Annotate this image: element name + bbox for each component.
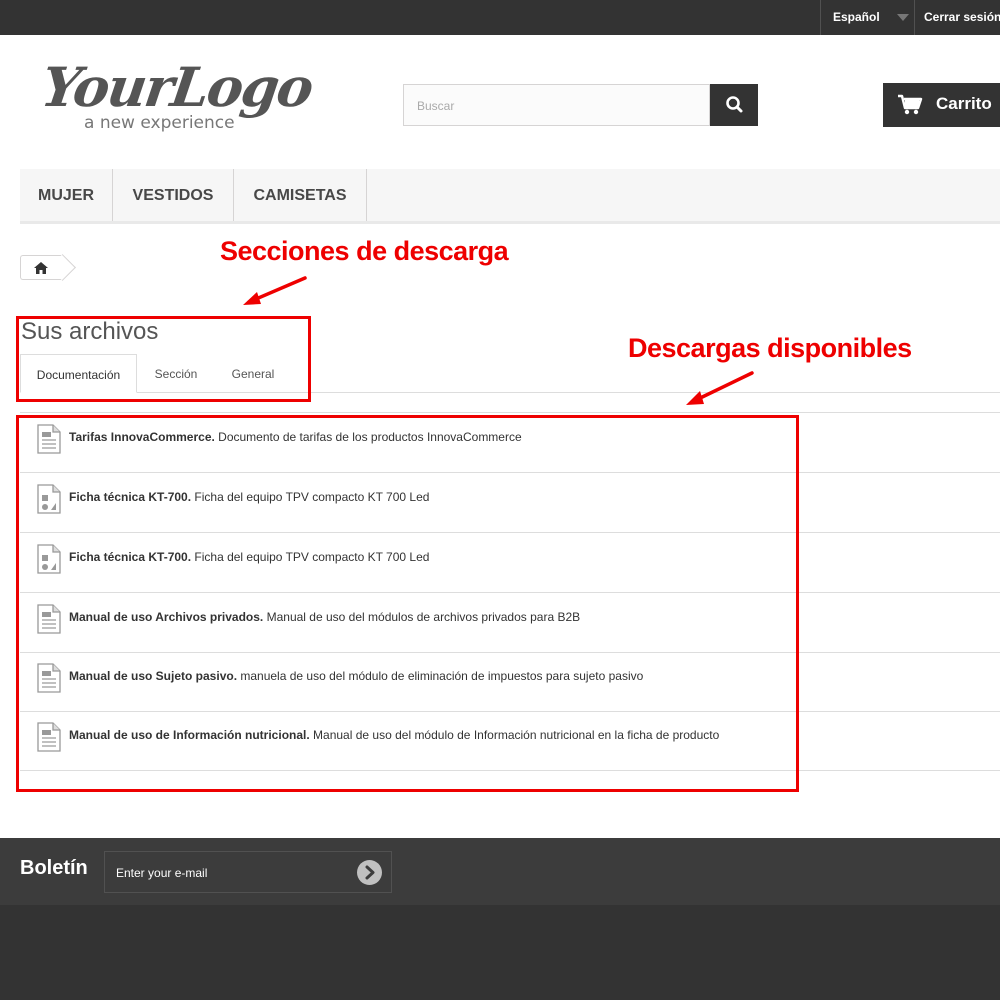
- language-selector[interactable]: Español: [820, 0, 915, 35]
- top-bar: Español Cerrar sesión: [0, 0, 1000, 35]
- cart-label: Carrito: [936, 94, 992, 113]
- site-logo[interactable]: YourLogo a new experience: [38, 55, 322, 140]
- chevron-right-icon: [365, 865, 375, 880]
- home-icon: [34, 262, 48, 274]
- logo-tagline: a new experience: [84, 113, 235, 133]
- cart-button[interactable]: Carrito: [883, 83, 1000, 127]
- main-menu: MUJER VESTIDOS CAMISETAS: [20, 169, 1000, 224]
- newsletter-submit-button[interactable]: [357, 860, 382, 885]
- annotation-label-downloads: Descargas disponibles: [628, 333, 912, 363]
- annotation-box-downloads: [16, 415, 799, 792]
- language-label: Español: [833, 10, 880, 24]
- footer: Boletín Enter your e-mail: [0, 838, 1000, 1000]
- cart-icon: [898, 94, 923, 115]
- logout-link[interactable]: Cerrar sesión: [924, 10, 1000, 24]
- annotation-arrow-sections: [243, 276, 307, 305]
- footer-bottom: [0, 905, 1000, 1000]
- annotation-box-sections: [16, 316, 311, 402]
- menu-item-camisetas[interactable]: CAMISETAS: [234, 169, 367, 221]
- newsletter-title: Boletín: [20, 857, 88, 879]
- annotation-label-sections: Secciones de descarga: [220, 236, 509, 266]
- search-icon: [726, 96, 743, 113]
- breadcrumb-home[interactable]: [20, 255, 62, 280]
- newsletter-band: Boletín Enter your e-mail: [0, 838, 1000, 905]
- annotation-arrow-downloads: [686, 371, 754, 405]
- search-input[interactable]: Buscar: [403, 84, 710, 126]
- newsletter-email-input[interactable]: Enter your e-mail: [104, 851, 392, 893]
- chevron-down-icon: [897, 14, 909, 21]
- logo-script: YourLogo: [37, 55, 316, 119]
- menu-item-mujer[interactable]: MUJER: [20, 169, 113, 221]
- page: Español Cerrar sesión YourLogo a new exp…: [0, 0, 1000, 1000]
- menu-item-vestidos[interactable]: VESTIDOS: [113, 169, 234, 221]
- search-button[interactable]: [710, 84, 758, 126]
